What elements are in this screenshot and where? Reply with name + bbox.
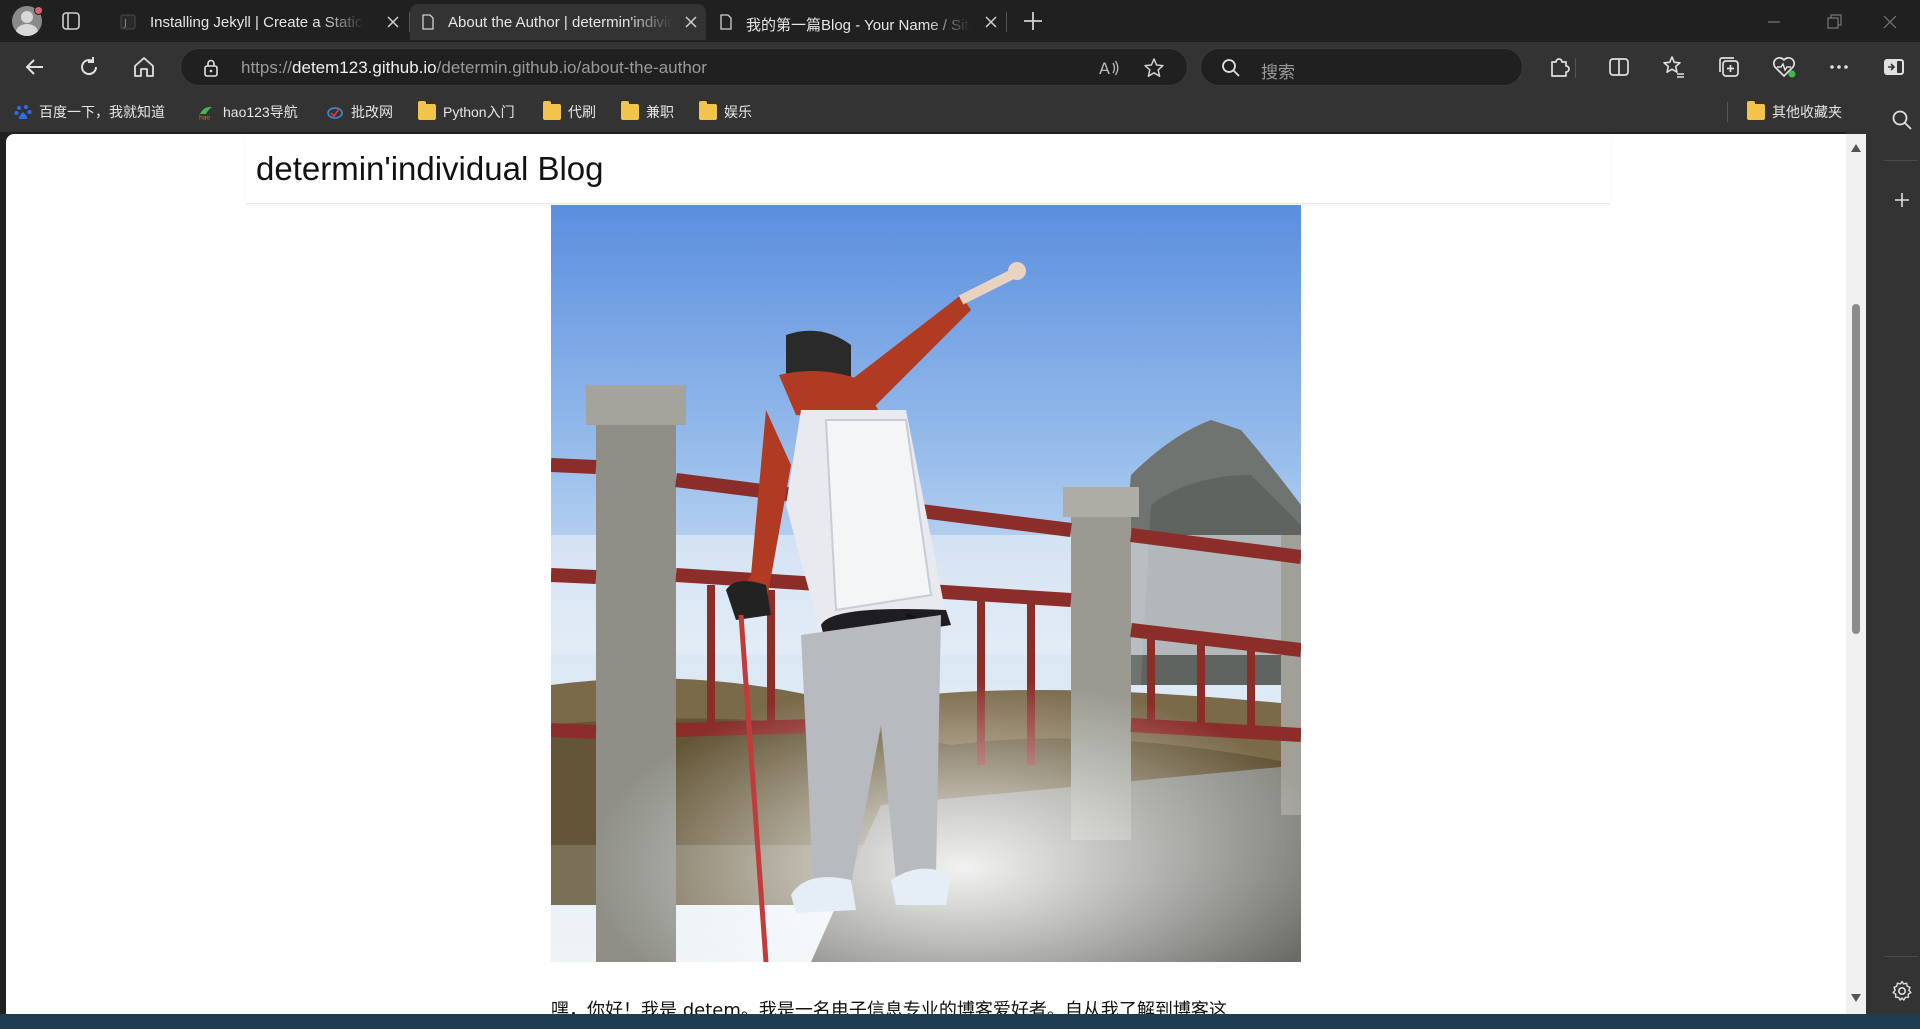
favorite-star-icon[interactable] <box>1143 57 1165 79</box>
restore-icon[interactable] <box>1822 10 1846 34</box>
split-screen-icon[interactable] <box>1606 54 1632 80</box>
sidebar-separator <box>1884 956 1918 957</box>
site-title[interactable]: determin'individual Blog <box>256 150 604 188</box>
search-icon[interactable] <box>1890 108 1914 132</box>
bookmark-label: 代刷 <box>568 104 596 120</box>
pigai-icon <box>327 107 343 119</box>
refresh-icon[interactable] <box>76 54 102 80</box>
extensions-icon[interactable] <box>1546 54 1572 80</box>
folder-icon <box>621 101 639 120</box>
bookmarks-separator <box>1727 102 1728 122</box>
page-icon <box>720 14 732 30</box>
taskbar-strip <box>0 1014 1920 1029</box>
bookmark-hao123[interactable]: hao hao123导航 <box>198 101 298 123</box>
bookmark-folder-python[interactable]: Python入门 <box>418 101 515 123</box>
page-icon <box>422 14 434 30</box>
intro-paragraph: 嘿，你好！我是 detem。我是一名电子信息专业的博客爱好者。自从我了解到博客这 <box>551 1000 1227 1014</box>
address-bar[interactable]: https://detem123.github.io/determin.gith… <box>180 48 1188 86</box>
back-icon[interactable] <box>22 54 48 80</box>
svg-text:A: A <box>1099 59 1110 78</box>
hao123-icon: hao <box>199 106 212 121</box>
notification-dot <box>34 6 43 15</box>
toolbar-separator <box>1575 58 1576 78</box>
scroll-down-arrow-icon[interactable] <box>1851 994 1861 1002</box>
baidu-icon <box>14 105 32 119</box>
search-icon <box>1222 59 1240 77</box>
svg-text:hao: hao <box>199 115 210 121</box>
tab-strip: J Installing Jekyll | Create a Static W … <box>0 0 1920 42</box>
bookmark-baidu[interactable]: 百度一下，我就知道 <box>14 101 165 123</box>
folder-icon <box>418 101 436 120</box>
search-box[interactable]: 搜索 <box>1200 48 1523 86</box>
bookmark-label: 百度一下，我就知道 <box>39 104 165 120</box>
settings-gear-icon[interactable] <box>1890 979 1914 1003</box>
read-aloud-icon[interactable]: A <box>1098 58 1120 78</box>
folder-icon <box>543 101 561 120</box>
other-bookmarks[interactable]: 其他收藏夹 <box>1747 101 1842 123</box>
close-tab-icon[interactable] <box>384 13 402 31</box>
close-tab-icon[interactable] <box>682 13 700 31</box>
add-icon[interactable] <box>1890 188 1914 212</box>
page-scrollbar[interactable] <box>1846 134 1866 1014</box>
bookmark-folder-yule[interactable]: 娱乐 <box>699 101 752 123</box>
tab-title: About the Author | determin'individual B… <box>448 14 673 31</box>
favorites-icon[interactable] <box>1661 54 1687 80</box>
browser-essentials-icon[interactable] <box>1771 54 1797 80</box>
scroll-up-arrow-icon[interactable] <box>1851 144 1861 152</box>
bookmark-label: Python入门 <box>443 104 515 120</box>
close-tab-icon[interactable] <box>982 13 1000 31</box>
tab-title: 我的第一篇Blog - Your Name / Site <box>746 17 971 34</box>
tab-first-blog[interactable]: 我的第一篇Blog - Your Name / Site <box>708 4 1006 40</box>
author-photo <box>551 205 1301 962</box>
bookmark-label: hao123导航 <box>223 104 298 120</box>
tab-separator <box>1006 12 1007 32</box>
new-tab-icon[interactable] <box>1020 8 1046 34</box>
bookmarks-bar: 百度一下，我就知道 hao hao123导航 批改网 Python入门 代刷 兼… <box>0 92 1920 132</box>
sidebar-separator <box>1884 160 1918 161</box>
page-viewport: determin'individual Blog 嘿，你好！我是 detem。我… <box>6 134 1846 1014</box>
collections-icon[interactable] <box>1716 54 1742 80</box>
sidebar-toggle-icon[interactable] <box>1881 54 1907 80</box>
minimize-icon[interactable] <box>1762 10 1786 34</box>
bookmark-label: 批改网 <box>351 104 393 120</box>
bookmark-label: 娱乐 <box>724 104 752 120</box>
url-text: https://detem123.github.io/determin.gith… <box>241 58 707 77</box>
home-icon[interactable] <box>131 54 157 80</box>
search-placeholder: 搜索 <box>1261 63 1295 82</box>
lock-icon[interactable] <box>201 58 221 78</box>
bookmark-label: 兼职 <box>646 104 674 120</box>
tab-title: Installing Jekyll | Create a Static W <box>150 14 365 31</box>
bookmark-folder-daishua[interactable]: 代刷 <box>543 101 596 123</box>
tab-jekyll[interactable]: J Installing Jekyll | Create a Static W <box>110 4 408 40</box>
site-header: determin'individual Blog <box>246 134 1610 204</box>
bookmark-label: 其他收藏夹 <box>1772 104 1842 120</box>
scrollbar-thumb[interactable] <box>1852 304 1860 634</box>
toolbar: https://detem123.github.io/determin.gith… <box>0 42 1920 92</box>
more-menu-icon[interactable] <box>1826 54 1852 80</box>
folder-icon <box>699 101 717 120</box>
svg-text:J: J <box>123 18 127 29</box>
tab-about-author[interactable]: About the Author | determin'individual B… <box>410 4 706 40</box>
jekyll-favicon-icon: J <box>120 14 136 30</box>
folder-icon <box>1747 101 1765 120</box>
close-window-icon[interactable] <box>1878 10 1902 34</box>
bookmark-pigai[interactable]: 批改网 <box>326 101 393 123</box>
bookmark-folder-jianzhi[interactable]: 兼职 <box>621 101 674 123</box>
tab-actions-icon[interactable] <box>60 10 82 32</box>
